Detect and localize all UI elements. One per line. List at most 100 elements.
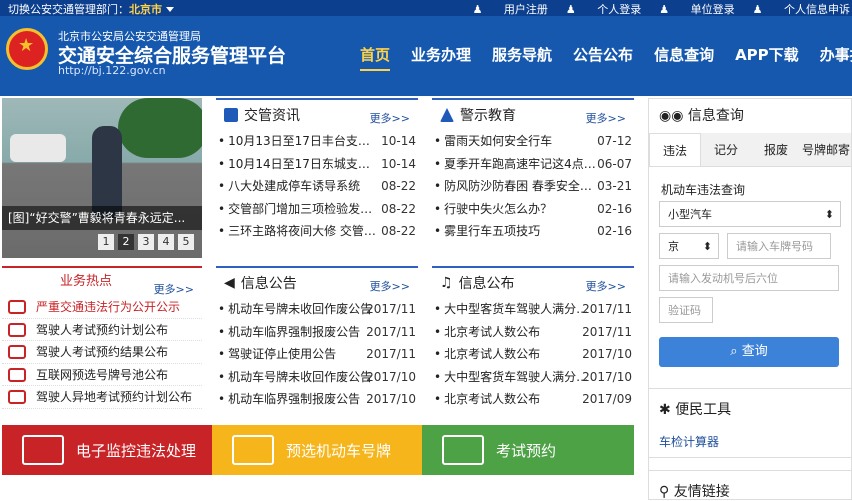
gear-icon: ✱ [659, 402, 676, 418]
megaphone-icon: ◀ [224, 275, 235, 291]
slider-pager: 1 2 3 4 5 [94, 234, 194, 250]
tree-shape [118, 98, 202, 158]
publish-item[interactable]: 北京考试人数公布2017/09 [434, 388, 632, 411]
search-icon: ⌕ [730, 344, 742, 359]
warning-item[interactable]: 雷雨天如何安全行车07-12 [434, 130, 632, 153]
calendar-icon [442, 435, 484, 465]
notice-more-link[interactable]: 更多>> [370, 278, 410, 294]
publish-panel: ♫ 信息公布 更多>> 大中型客货车驾驶人满分公布2017/11 北京考试人数公布… [432, 266, 634, 416]
engine-number-input[interactable]: 请输入发动机号后六位 [659, 265, 839, 291]
info-query-title: 信息查询 [687, 108, 744, 124]
news-slider[interactable]: [图]“好交警”曹毅将青春永远定... 1 2 3 4 5 [2, 98, 202, 258]
police-emblem-icon [6, 28, 48, 70]
top-bar: 切换公安交通管理部门：北京市 ♟ 用户注册 ♟ 个人登录 ♟ 单位登录 ♟ 个人… [0, 0, 852, 16]
camera-icon [22, 435, 64, 465]
news-more-link[interactable]: 更多>> [370, 110, 410, 126]
publish-title: 信息公布 [458, 276, 515, 292]
plate-number-icon [232, 435, 274, 465]
user-register-link[interactable]: ♟ 用户注册 [473, 1, 548, 17]
exam-appointment-banner[interactable]: 考试预约 [422, 425, 634, 475]
hot-item[interactable]: 驾驶人考试预约计划公布 [2, 319, 202, 341]
publish-more-link[interactable]: 更多>> [586, 278, 626, 294]
news-item[interactable]: 八大处建成停车诱导系统08-22 [218, 175, 416, 198]
tab-points[interactable]: 记分 [701, 133, 751, 166]
warning-item[interactable]: 行驶中失火怎么办？02-16 [434, 198, 632, 221]
vehicle-type-select[interactable]: 小型汽车 ⬍ [659, 201, 841, 227]
nav-app-download[interactable]: APP下载 [735, 44, 799, 65]
police-officer-shape [92, 126, 122, 218]
plate-number-input[interactable]: 请输入车牌号码 [727, 233, 831, 259]
electronic-monitor-banner[interactable]: 电子监控违法处理 [2, 425, 212, 475]
tools-title: 便民工具 [675, 402, 732, 418]
calendar-icon [8, 322, 26, 337]
warning-item[interactable]: 夏季开车跑高速牢记这4点 ...06-07 [434, 153, 632, 176]
vehicle-violation-label: 机动车违法查询 [661, 183, 746, 197]
link-icon: ⚲ [659, 484, 674, 500]
hot-item[interactable]: 驾驶人异地考试预约计划公布 [2, 386, 202, 409]
news-item[interactable]: 10月13日至17日丰台支队方...10-14 [218, 130, 416, 153]
province-select[interactable]: 京 ⬍ [659, 233, 719, 259]
warning-item[interactable]: 防风防沙防春困 春季安全行...03-21 [434, 175, 632, 198]
department-switch[interactable]: 切换公安交通管理部门：北京市 [8, 1, 174, 17]
news-item[interactable]: 10月14日至17日东城支队广...10-14 [218, 153, 416, 176]
warning-more-link[interactable]: 更多>> [586, 110, 626, 126]
news-item[interactable]: 三环主路将夜间大修 交管部...08-22 [218, 220, 416, 243]
tools-box: ✱ 便民工具 车检计算器 [648, 388, 852, 458]
map-pin-icon [8, 390, 26, 404]
tab-violation[interactable]: 违法 [649, 133, 701, 166]
warning-icon [440, 108, 454, 122]
banner-label: 电子监控违法处理 [76, 441, 197, 460]
result-icon [8, 345, 26, 359]
slider-page[interactable]: 3 [138, 234, 154, 250]
slider-page[interactable]: 5 [178, 234, 194, 250]
warning-item[interactable]: 雾里行车五项技巧02-16 [434, 220, 632, 243]
slider-page[interactable]: 4 [158, 234, 174, 250]
inspection-calculator-link[interactable]: 车检计算器 [659, 433, 851, 450]
main-navigation: 首页 业务办理 服务导航 公告公布 信息查询 APP下载 办事指南 [360, 44, 852, 71]
nav-service-guide[interactable]: 服务导航 [492, 44, 552, 65]
plate-icon [8, 367, 26, 382]
publish-item[interactable]: 北京考试人数公布2017/11 [434, 321, 632, 344]
hot-item[interactable]: 驾驶人考试预约结果公布 [2, 341, 202, 364]
hot-item[interactable]: 互联网预选号牌号池公布 [2, 364, 202, 386]
hot-item[interactable]: 严重交通违法行为公开公示 [2, 296, 202, 319]
publish-item[interactable]: 大中型客货车驾驶人满分公布2017/10 [434, 366, 632, 389]
hot-title: 业务热点 [60, 274, 113, 289]
nav-guide[interactable]: 办事指南 [820, 44, 852, 65]
notice-item[interactable]: 机动车号牌未收回作废公告2017/11 [218, 298, 416, 321]
warning-title: 警示教育 [460, 108, 516, 124]
news-title: 交管资讯 [244, 108, 300, 124]
unit-login-link[interactable]: ♟ 单位登录 [659, 1, 734, 17]
publish-item[interactable]: 北京考试人数公布2017/10 [434, 343, 632, 366]
banner-label: 考试预约 [496, 441, 557, 460]
department-switch-label: 切换公安交通管理部门： [8, 3, 129, 16]
captcha-input[interactable]: 验证码 [659, 297, 713, 323]
car-shape [10, 134, 66, 162]
nav-business[interactable]: 业务办理 [411, 44, 471, 65]
nav-announcements[interactable]: 公告公布 [573, 44, 633, 65]
chevron-down-icon[interactable] [166, 7, 174, 12]
notice-item[interactable]: 机动车临界强制报废公告2017/10 [218, 388, 416, 411]
news-item[interactable]: 交管部门增加三项检验发牌...08-22 [218, 198, 416, 221]
nav-info-query[interactable]: 信息查询 [654, 44, 714, 65]
tab-plate-mail[interactable]: 号牌邮寄 [801, 133, 851, 166]
query-tabs: 违法 记分 报废 号牌邮寄 [649, 133, 851, 167]
appeal-link[interactable]: ♟ 个人信息申诉 [753, 1, 850, 17]
slider-page-current[interactable]: 2 [118, 234, 134, 250]
tab-scrap[interactable]: 报废 [751, 133, 801, 166]
slider-caption[interactable]: [图]“好交警”曹毅将青春永远定... [2, 206, 202, 230]
nav-home[interactable]: 首页 [360, 44, 391, 71]
personal-login-link[interactable]: ♟ 个人登录 [566, 1, 641, 17]
notice-item[interactable]: 驾驶证停止使用公告2017/11 [218, 343, 416, 366]
plate-preselect-banner[interactable]: 预选机动车号牌 [212, 425, 422, 475]
query-button[interactable]: ⌕ 查询 [659, 337, 839, 367]
brand-url: http://bj.122.gov.cn [58, 64, 166, 77]
current-city[interactable]: 北京市 [129, 3, 162, 16]
bell-icon: ♫ [440, 275, 453, 291]
hot-panel: 业务热点 更多>> 严重交通违法行为公开公示 驾驶人考试预约计划公布 驾驶人考试预… [2, 266, 202, 416]
slider-page[interactable]: 1 [98, 234, 114, 250]
publish-item[interactable]: 大中型客货车驾驶人满分公布2017/11 [434, 298, 632, 321]
notice-item[interactable]: 机动车临界强制报废公告2017/11 [218, 321, 416, 344]
news-panel: 交管资讯 更多>> 10月13日至17日丰台支队方...10-14 10月14日… [216, 98, 418, 248]
notice-item[interactable]: 机动车号牌未收回作废公告2017/10 [218, 366, 416, 389]
